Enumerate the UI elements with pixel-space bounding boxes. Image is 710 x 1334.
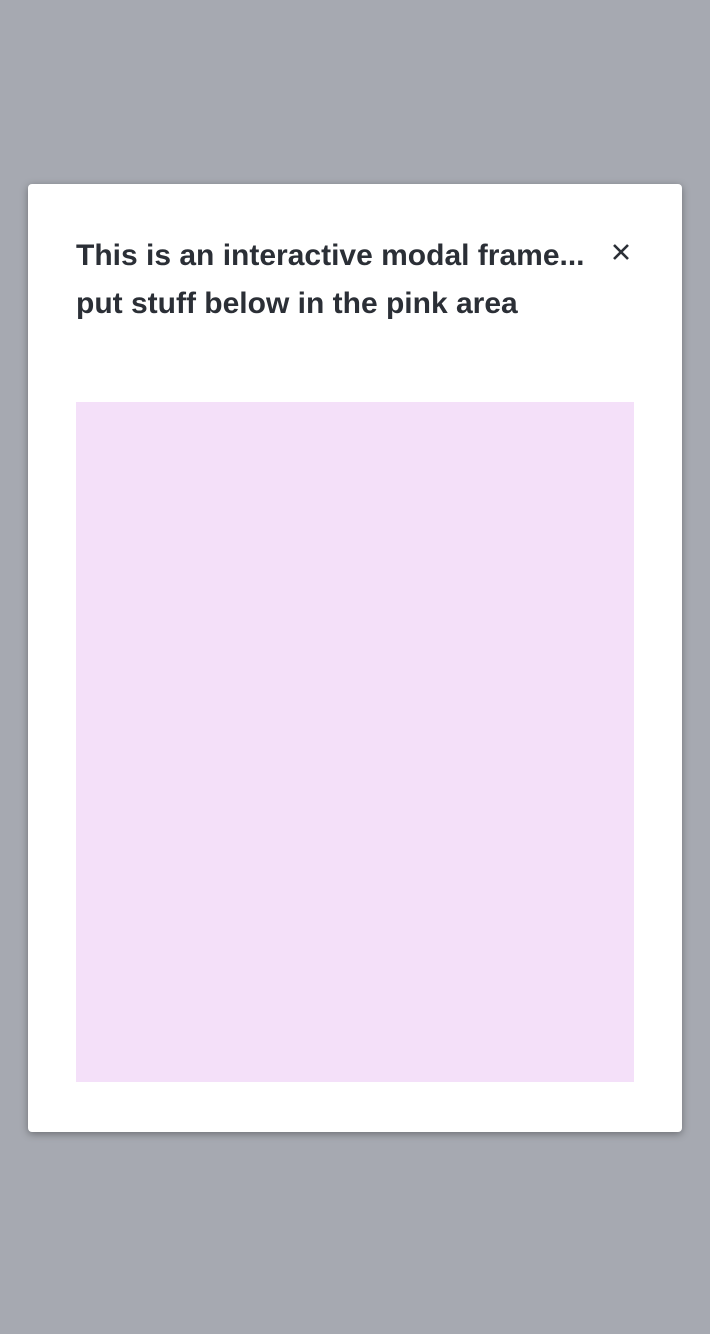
modal-title: This is an interactive modal frame... pu… bbox=[76, 239, 585, 320]
modal-dialog: This is an interactive modal frame... pu… bbox=[28, 184, 682, 1132]
close-x-icon bbox=[613, 244, 629, 260]
modal-content-area bbox=[76, 402, 634, 1082]
close-button[interactable] bbox=[606, 236, 636, 268]
